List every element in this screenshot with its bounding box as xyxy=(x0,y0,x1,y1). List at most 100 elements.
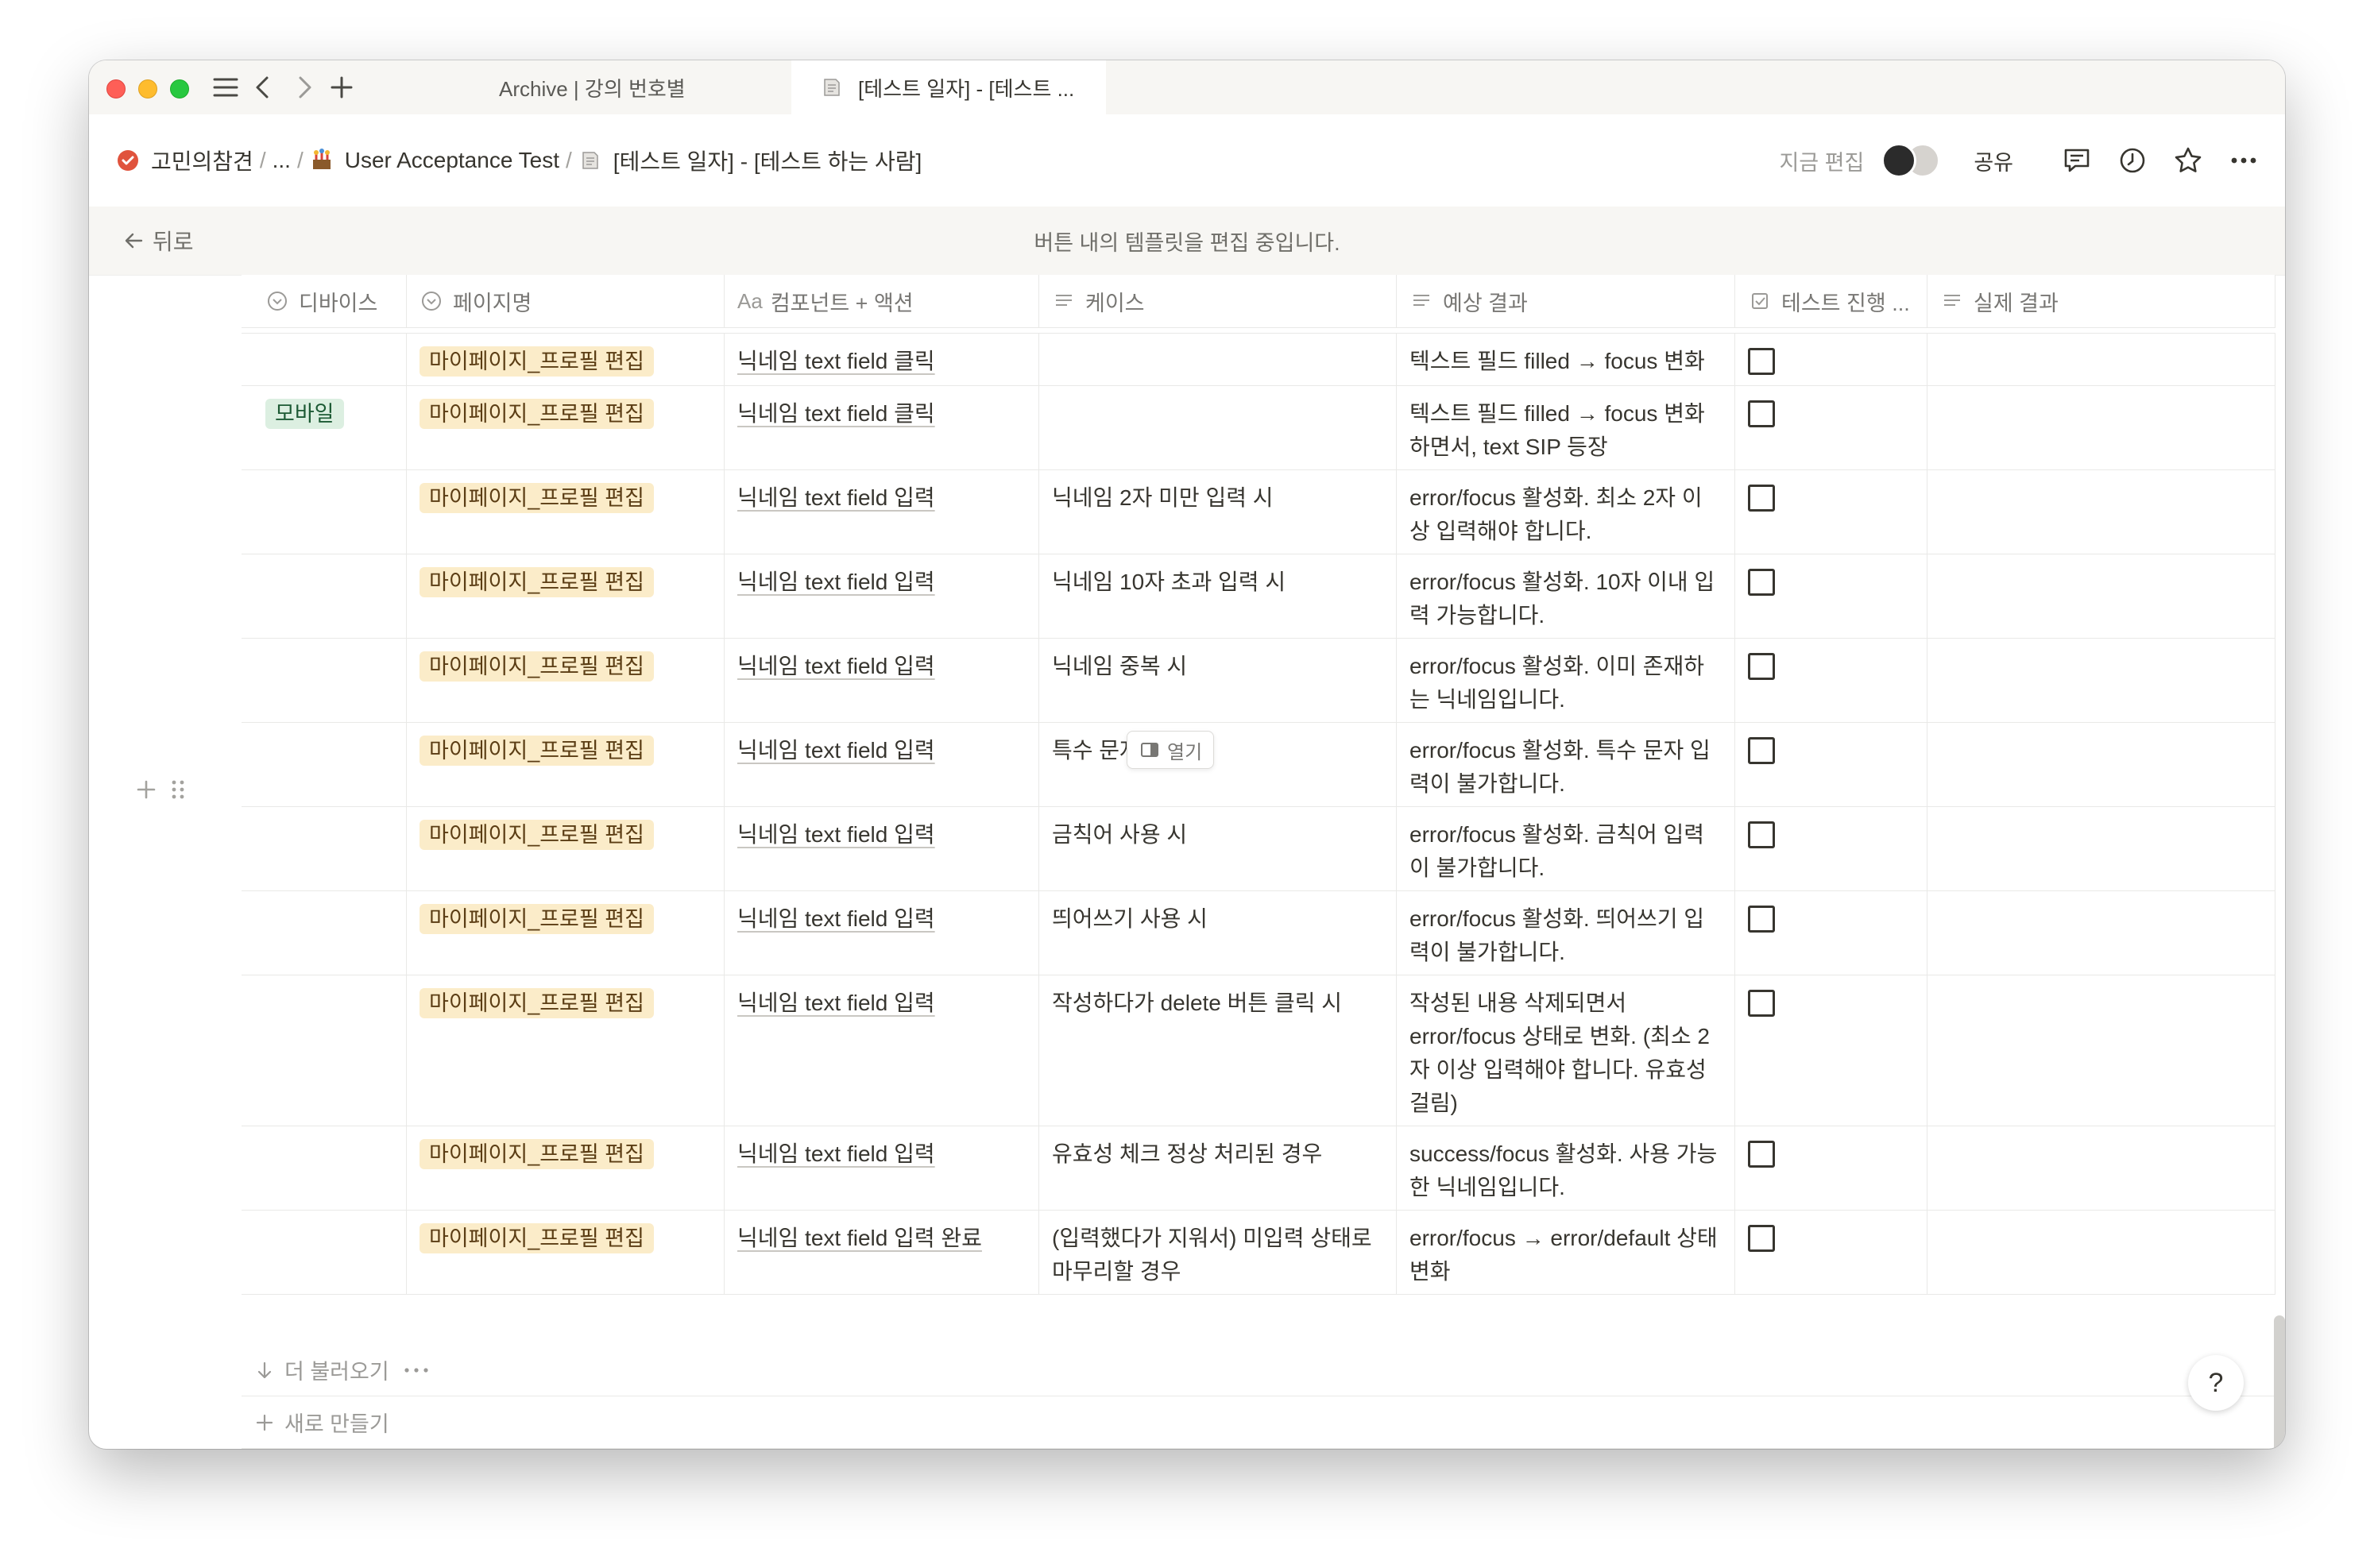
component-title-link[interactable]: 닉네임 text field 입력 xyxy=(737,906,935,931)
more-dots-icon[interactable] xyxy=(400,1358,432,1382)
cell-case[interactable]: 닉네임 중복 시 xyxy=(1039,639,1397,722)
cell-actual[interactable] xyxy=(1927,639,2275,722)
component-title-link[interactable]: 닉네임 text field 클릭 xyxy=(737,401,935,426)
breadcrumb-current[interactable]: [테스트 일자] - [테스트 하는 사람] xyxy=(578,145,922,176)
cell-case[interactable]: 띄어쓰기 사용 시 xyxy=(1039,891,1397,975)
sidebar-menu-icon[interactable] xyxy=(208,70,243,105)
cell-component[interactable]: 닉네임 text field 입력 xyxy=(725,639,1039,722)
cell-case[interactable] xyxy=(1039,334,1397,385)
minimize-window-button[interactable] xyxy=(138,79,157,98)
scrollbar[interactable] xyxy=(2274,1315,2285,1449)
cell-actual[interactable] xyxy=(1927,723,2275,806)
column-header-progress[interactable]: 테스트 진행 ... xyxy=(1735,275,1927,327)
cell-actual[interactable] xyxy=(1927,807,2275,890)
cell-actual[interactable] xyxy=(1927,891,2275,975)
component-title-link[interactable]: 닉네임 text field 입력 xyxy=(737,1141,935,1166)
favorite-star-icon[interactable] xyxy=(2171,143,2206,178)
cell-component[interactable]: 닉네임 text field 입력 xyxy=(725,807,1039,890)
cell-expected[interactable]: 작성된 내용 삭제되면서 error/focus 상태로 변화. (최소 2자 … xyxy=(1397,975,1735,1126)
cell-device[interactable] xyxy=(242,554,407,638)
table-row[interactable]: 마이페이지_프로필 편집 닉네임 text field 입력 띄어쓰기 사용 시 er… xyxy=(242,891,2275,975)
cell-actual[interactable] xyxy=(1927,554,2275,638)
cell-checked[interactable] xyxy=(1735,891,1927,975)
test-progress-checkbox[interactable] xyxy=(1748,569,1775,596)
cell-actual[interactable] xyxy=(1927,1211,2275,1294)
cell-actual[interactable] xyxy=(1927,334,2275,385)
tab-archive[interactable]: Archive | 강의 번호별 xyxy=(407,60,788,114)
test-progress-checkbox[interactable] xyxy=(1748,400,1775,427)
test-progress-checkbox[interactable] xyxy=(1748,906,1775,933)
cell-expected[interactable]: error/focus 활성화. 띄어쓰기 입력이 불가합니다. xyxy=(1397,891,1735,975)
cell-component[interactable]: 닉네임 text field 클릭 xyxy=(725,334,1039,385)
cell-checked[interactable] xyxy=(1735,334,1927,385)
new-tab-plus-icon[interactable] xyxy=(324,70,359,105)
cell-page[interactable]: 마이페이지_프로필 편집 xyxy=(407,639,725,722)
table-row[interactable]: 마이페이지_프로필 편집 닉네임 text field 입력 닉네임 2자 미만 입… xyxy=(242,470,2275,554)
cell-checked[interactable] xyxy=(1735,386,1927,469)
cell-actual[interactable] xyxy=(1927,1126,2275,1210)
cell-page[interactable]: 마이페이지_프로필 편집 xyxy=(407,891,725,975)
cell-checked[interactable] xyxy=(1735,639,1927,722)
avatar[interactable] xyxy=(1881,143,1917,178)
column-header-actual[interactable]: 실제 결과 xyxy=(1927,275,2275,327)
cell-component[interactable]: 닉네임 text field 입력 xyxy=(725,975,1039,1126)
cell-page[interactable]: 마이페이지_프로필 편집 xyxy=(407,554,725,638)
more-options-icon[interactable] xyxy=(2226,143,2261,178)
cell-case[interactable]: (입력했다가 지워서) 미입력 상태로 마무리할 경우 xyxy=(1039,1211,1397,1294)
zoom-window-button[interactable] xyxy=(170,79,189,98)
test-progress-checkbox[interactable] xyxy=(1748,737,1775,764)
table-row[interactable]: 마이페이지_프로필 편집 닉네임 text field 입력 유효성 체크 정상 처… xyxy=(242,1126,2275,1211)
table-row[interactable]: 마이페이지_프로필 편집 닉네임 text field 입력 닉네임 10자 초과 … xyxy=(242,554,2275,639)
component-title-link[interactable]: 닉네임 text field 입력 xyxy=(737,485,935,510)
table-row[interactable]: 마이페이지_프로필 편집 닉네임 text field 입력 닉네임 중복 시 err… xyxy=(242,639,2275,723)
column-header-page[interactable]: 페이지명 xyxy=(407,275,725,327)
help-button[interactable]: ? xyxy=(2188,1355,2244,1411)
breadcrumb-workspace[interactable]: 고민의참견 xyxy=(116,145,253,176)
table-row[interactable]: 마이페이지_프로필 편집 닉네임 text field 클릭 텍스트 필드 fill… xyxy=(242,334,2275,386)
cell-page[interactable]: 마이페이지_프로필 편집 xyxy=(407,470,725,554)
cell-expected[interactable]: error/focus 활성화. 10자 이내 입력 가능합니다. xyxy=(1397,554,1735,638)
back-arrow-icon[interactable] xyxy=(246,70,281,105)
open-row-button[interactable]: 열기 xyxy=(1127,731,1215,769)
component-title-link[interactable]: 닉네임 text field 입력 xyxy=(737,738,935,763)
table-row[interactable]: 마이페이지_프로필 편집 닉네임 text field 입력 특수 문자 사용 시e… xyxy=(242,723,2275,807)
test-progress-checkbox[interactable] xyxy=(1748,1141,1775,1168)
cell-checked[interactable] xyxy=(1735,1211,1927,1294)
cell-device[interactable] xyxy=(242,891,407,975)
cell-checked[interactable] xyxy=(1735,1126,1927,1210)
add-row-plus-icon[interactable] xyxy=(130,774,162,805)
cell-device[interactable] xyxy=(242,334,407,385)
component-title-link[interactable]: 닉네임 text field 입력 xyxy=(737,570,935,594)
breadcrumb-parent[interactable]: User Acceptance Test xyxy=(310,148,559,173)
cell-case[interactable]: 특수 문자 사용 시 xyxy=(1039,723,1397,806)
cell-expected[interactable]: error/focus 활성화. 금칙어 입력이 불가합니다. xyxy=(1397,807,1735,890)
new-item-button[interactable]: 새로 만들기 xyxy=(242,1396,2275,1449)
cell-device[interactable] xyxy=(242,639,407,722)
history-clock-icon[interactable] xyxy=(2115,143,2150,178)
cell-expected[interactable]: error/focus 활성화. 최소 2자 이상 입력해야 합니다. xyxy=(1397,470,1735,554)
cell-case[interactable] xyxy=(1039,386,1397,469)
column-header-device[interactable]: 디바이스 xyxy=(242,275,407,327)
cell-actual[interactable] xyxy=(1927,975,2275,1126)
cell-checked[interactable] xyxy=(1735,554,1927,638)
cell-device[interactable]: 모바일 xyxy=(242,386,407,469)
drag-handle-icon[interactable] xyxy=(162,774,194,805)
cell-component[interactable]: 닉네임 text field 입력 xyxy=(725,470,1039,554)
tab-current-page[interactable]: [테스트 일자] - [테스트 ... xyxy=(791,60,1106,114)
cell-checked[interactable] xyxy=(1735,807,1927,890)
column-header-component[interactable]: Aa 컴포넌트 + 액션 xyxy=(725,275,1039,327)
cell-expected[interactable]: error/focus → error/default 상태 변화 xyxy=(1397,1211,1735,1294)
cell-case[interactable]: 작성하다가 delete 버튼 클릭 시 xyxy=(1039,975,1397,1126)
cell-component[interactable]: 닉네임 text field 입력 xyxy=(725,1126,1039,1210)
cell-device[interactable] xyxy=(242,975,407,1126)
cell-page[interactable]: 마이페이지_프로필 편집 xyxy=(407,723,725,806)
column-header-expected[interactable]: 예상 결과 xyxy=(1397,275,1735,327)
comment-icon[interactable] xyxy=(2059,143,2094,178)
forward-arrow-icon[interactable] xyxy=(286,70,321,105)
cell-expected[interactable]: 텍스트 필드 filled → focus 변화 xyxy=(1397,334,1735,385)
test-progress-checkbox[interactable] xyxy=(1748,1225,1775,1252)
component-title-link[interactable]: 닉네임 text field 입력 xyxy=(737,991,935,1015)
cell-component[interactable]: 닉네임 text field 입력 xyxy=(725,891,1039,975)
cell-case[interactable]: 닉네임 10자 초과 입력 시 xyxy=(1039,554,1397,638)
cell-component[interactable]: 닉네임 text field 입력 xyxy=(725,554,1039,638)
